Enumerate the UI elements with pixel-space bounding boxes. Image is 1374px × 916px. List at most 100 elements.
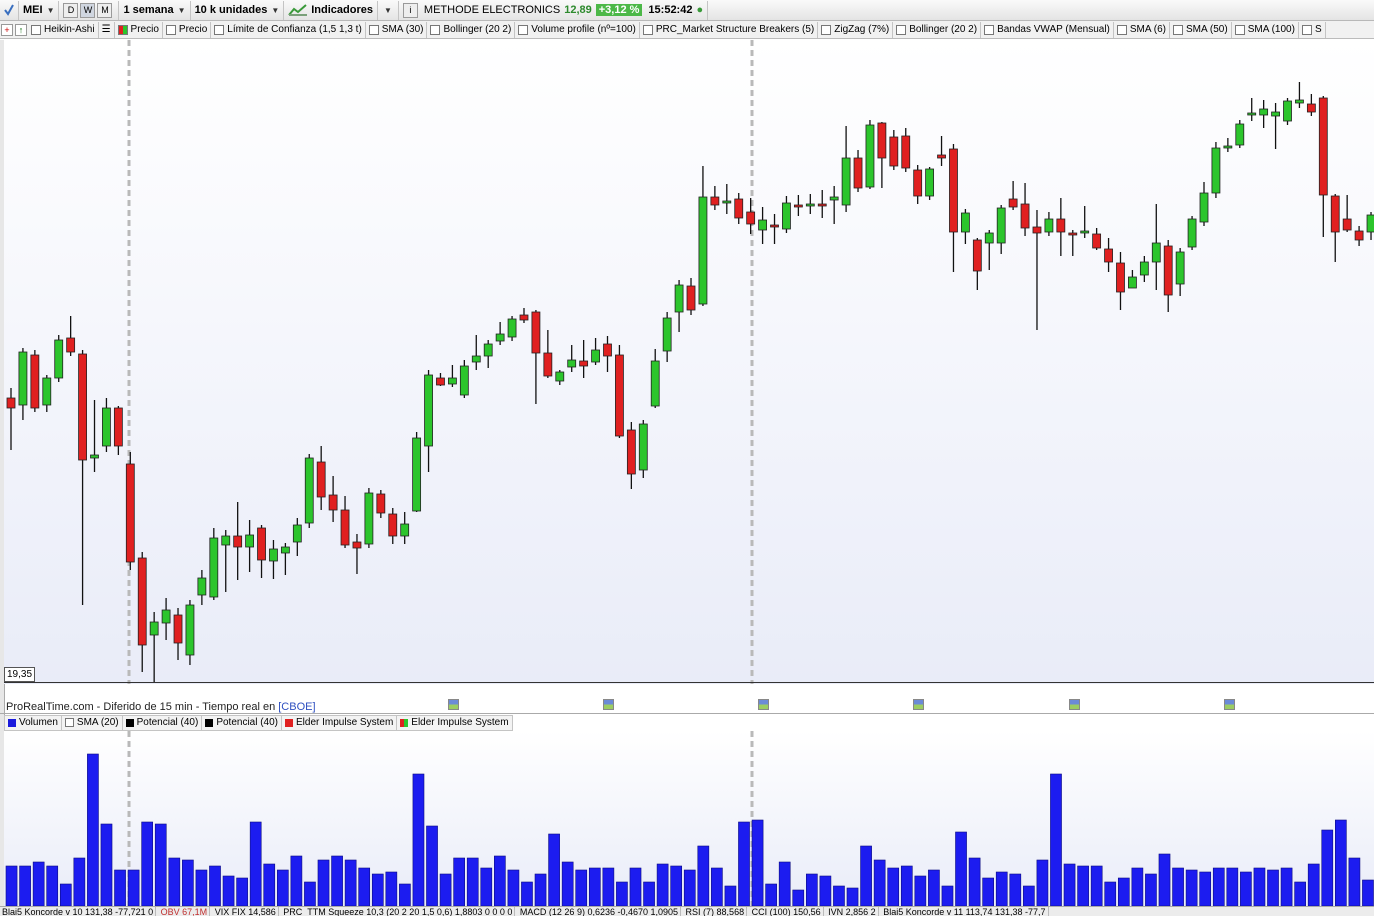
indicator-chip[interactable]: Potencial (40) — [121, 714, 203, 731]
event-icon[interactable] — [603, 699, 614, 710]
indicator-chip[interactable]: Bollinger (20 2) — [427, 21, 516, 38]
volume-bar — [1226, 867, 1239, 906]
checkbox[interactable] — [368, 24, 379, 35]
checkbox[interactable] — [430, 24, 441, 35]
candle — [292, 518, 302, 556]
refresh-icon[interactable]: ● — [696, 4, 703, 16]
add-indicator-icon[interactable]: + — [1, 23, 13, 36]
candle — [1366, 212, 1374, 240]
units-selector[interactable]: 10 k unidades ▼ — [191, 0, 285, 20]
checkbox[interactable] — [1234, 24, 1245, 35]
event-icon[interactable] — [913, 699, 924, 710]
checkbox[interactable] — [821, 24, 832, 35]
candle — [495, 322, 505, 345]
indicator-chip[interactable]: Potencial (40) — [201, 714, 283, 731]
volume-bar — [548, 833, 560, 906]
checkbox[interactable] — [31, 24, 41, 35]
price-chart[interactable] — [4, 40, 1374, 684]
candle — [483, 340, 493, 368]
checkbox[interactable] — [1116, 24, 1127, 35]
candle — [6, 388, 16, 450]
volume-bar — [521, 881, 533, 906]
indicator-chip[interactable]: SMA (30) — [366, 21, 428, 38]
candle — [197, 570, 207, 605]
indicator-chip[interactable]: Bollinger (20 2) — [893, 21, 982, 38]
indicator-chip[interactable]: Precio — [115, 21, 163, 38]
indicator-chip[interactable]: SMA (50) — [1170, 21, 1232, 38]
indicator-chip[interactable]: PRC_Market Structure Breakers (5) — [640, 21, 819, 38]
candle — [125, 452, 135, 570]
expand-arrow-icon[interactable]: ↑ — [15, 23, 27, 36]
volume-bar — [480, 867, 493, 906]
checkbox[interactable] — [64, 718, 74, 727]
checkbox[interactable] — [1173, 24, 1184, 35]
volume-bar — [1063, 863, 1076, 906]
instrument-info: i METHODE ELECTRONICS 12,89 +3,12 % 15:5… — [399, 0, 709, 20]
candle — [1199, 182, 1209, 226]
volume-bar — [887, 867, 900, 906]
cboe-link[interactable]: [CBOE] — [278, 701, 315, 713]
volume-bar — [453, 857, 465, 906]
symbol-selector[interactable]: MEI ▼ — [19, 0, 60, 20]
color-swatch — [125, 718, 134, 727]
candle — [221, 530, 231, 592]
indicator-bar: + ↑ Heikin-Ashi ☰ Precio Precio Límite d… — [0, 21, 1374, 39]
candle — [1354, 226, 1364, 246]
candle — [984, 230, 994, 270]
volume-bar — [59, 883, 72, 906]
indicator-chip[interactable]: Bandas VWAP (Mensual) — [981, 21, 1114, 38]
candle — [352, 534, 362, 574]
candle — [54, 335, 64, 382]
indicator-chip[interactable]: Elder Impulse System — [396, 714, 513, 731]
volume-bar — [371, 873, 384, 906]
candle — [925, 167, 935, 200]
volume-chart[interactable] — [4, 731, 1374, 906]
clock-time: 15:52:42 — [648, 4, 693, 16]
candlestick-chart[interactable] — [4, 40, 1374, 684]
indicator-chip[interactable]: SMA (20) — [60, 714, 123, 731]
period-button-w[interactable]: W — [80, 2, 96, 18]
indicators-button[interactable]: Indicadores — [284, 0, 378, 20]
event-icon[interactable] — [1069, 699, 1080, 710]
volume-bar — [290, 855, 303, 906]
timeframe-selector[interactable]: 1 semana ▼ — [119, 0, 191, 20]
indicator-chip[interactable]: Elder Impulse System — [281, 714, 398, 731]
volume-bar — [873, 859, 886, 906]
chevron-down-icon: ▼ — [46, 5, 55, 15]
checkbox[interactable] — [984, 24, 995, 35]
event-icon[interactable] — [1224, 699, 1235, 710]
event-icon[interactable] — [448, 699, 459, 710]
indicator-chip[interactable]: SMA (6) — [1114, 21, 1171, 38]
candle — [161, 598, 171, 640]
volume-bar — [602, 867, 615, 906]
candle — [376, 490, 386, 518]
indicator-chip[interactable]: Heikin-Ashi — [28, 21, 99, 38]
volume-bar — [683, 869, 696, 906]
indicator-chip[interactable]: ZigZag (7%) — [818, 21, 894, 38]
checkbox[interactable] — [896, 24, 907, 35]
checkbox[interactable] — [165, 24, 176, 35]
indicator-chip[interactable]: Precio — [163, 21, 212, 38]
indicator-chip[interactable]: Límite de Confianza (1,5 1,3 t) — [211, 21, 366, 38]
candle — [1092, 228, 1102, 250]
volume-bars[interactable] — [4, 731, 1374, 906]
checkbox[interactable] — [642, 24, 653, 35]
app-menu-icon[interactable] — [0, 0, 19, 20]
indicators-dropdown[interactable]: ▼ — [378, 0, 399, 20]
checkbox[interactable] — [518, 24, 529, 35]
info-icon[interactable]: i — [402, 2, 418, 18]
period-button-m[interactable]: M — [97, 2, 113, 18]
checkbox[interactable] — [214, 24, 225, 35]
event-icon[interactable] — [758, 699, 769, 710]
checkbox[interactable] — [1301, 24, 1312, 35]
indicator-chip[interactable]: Volume profile (nº=100) — [515, 21, 640, 38]
candle — [1235, 120, 1245, 148]
volume-bar — [1090, 865, 1103, 906]
indicator-chip[interactable]: S — [1299, 21, 1326, 38]
indicator-chip[interactable]: SMA (100) — [1232, 21, 1299, 38]
settings-icon[interactable]: ☰ — [99, 21, 115, 38]
indicator-chip[interactable]: Volumen — [4, 714, 62, 731]
period-button-d[interactable]: D — [63, 2, 79, 18]
volume-bar — [276, 869, 289, 906]
indicator-label: Heikin-Ashi — [44, 24, 95, 35]
